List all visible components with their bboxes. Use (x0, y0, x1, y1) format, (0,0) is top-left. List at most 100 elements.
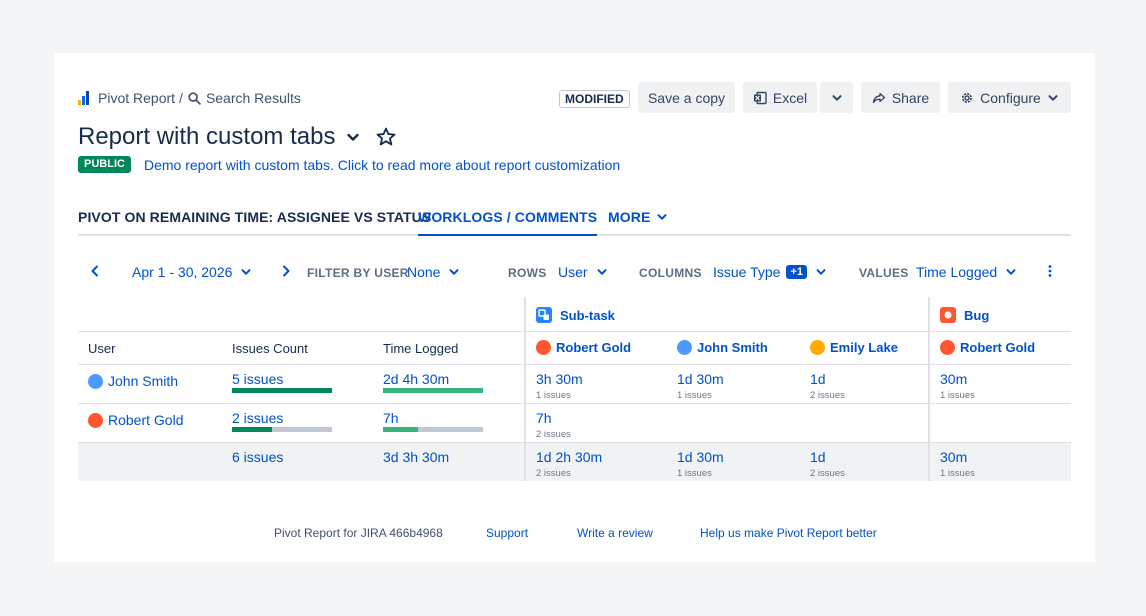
issues-count-bar (232, 427, 332, 432)
time-logged-link[interactable]: 2d 4h 30m (383, 371, 449, 387)
total-cell-count: 2 issues (536, 468, 571, 479)
total-cell-value[interactable]: 30m (940, 449, 967, 465)
time-logged-bar (383, 427, 483, 432)
report-description-link[interactable]: Demo report with custom tabs. Click to r… (144, 157, 620, 173)
rows-value: User (558, 264, 588, 280)
chevron-down-icon (1048, 94, 1058, 101)
filter-by-user-select[interactable]: None (407, 264, 460, 280)
breadcrumb-root[interactable]: Pivot Report (98, 90, 175, 106)
pivot-report-logo-icon (78, 91, 92, 105)
robert-gold-avatar-icon (88, 412, 103, 428)
chevron-down-icon (832, 94, 841, 101)
column-header-user[interactable]: User (88, 341, 115, 356)
values-select[interactable]: Time Logged (916, 264, 1017, 280)
chevron-down-icon (241, 269, 251, 275)
footer-review-link[interactable]: Write a review (577, 526, 653, 540)
chevron-down-icon (597, 269, 607, 275)
columns-label: COLUMNS (639, 266, 702, 280)
excel-options-button[interactable] (820, 82, 853, 113)
column-header-person[interactable]: Emily Lake (810, 340, 898, 355)
row-user-robert-gold[interactable]: Robert Gold (88, 412, 183, 428)
report-tabs: PIVOT ON REMAINING TIME: ASSIGNEE VS STA… (78, 207, 1071, 236)
filter-by-user-label: FILTER BY USER (307, 266, 409, 280)
total-issues-link[interactable]: 6 issues (232, 449, 283, 465)
column-divider (524, 297, 526, 481)
tab-worklogs-comments[interactable]: WORKLOGS / COMMENTS (418, 209, 598, 236)
group-name: Bug (964, 307, 990, 323)
row-user-john-smith[interactable]: John Smith (88, 373, 178, 389)
column-divider (928, 297, 930, 481)
previous-period-button[interactable] (89, 264, 101, 278)
column-header-person[interactable]: Robert Gold (536, 340, 631, 355)
group-name: Sub-task (560, 307, 615, 323)
public-badge: PUBLIC (78, 156, 131, 173)
excel-button[interactable]: Excel (743, 82, 817, 113)
issues-count-fill (232, 388, 332, 393)
configure-label: Configure (980, 89, 1041, 106)
time-logged-fill (383, 388, 483, 393)
total-time-link[interactable]: 3d 3h 30m (383, 449, 449, 465)
row-divider (78, 442, 1071, 443)
next-period-button[interactable] (280, 264, 292, 278)
pivot-cell-value[interactable]: 1d 30m (677, 371, 724, 387)
values-label: VALUES (859, 266, 909, 280)
more-options-button[interactable] (1047, 264, 1053, 278)
save-copy-button[interactable]: Save a copy (638, 82, 735, 113)
footer-support-link[interactable]: Support (486, 526, 528, 540)
pivot-table: Sub-task Bug User Issues Count Time Logg… (78, 297, 1071, 481)
pivot-cell-value[interactable]: 7h (536, 410, 552, 426)
pivot-cell-count: 1 issues (677, 390, 712, 401)
time-logged-link[interactable]: 7h (383, 410, 399, 426)
total-cell-value[interactable]: 1d 2h 30m (536, 449, 602, 465)
tab-pivot-remaining-time[interactable]: PIVOT ON REMAINING TIME: ASSIGNEE VS STA… (78, 209, 431, 225)
emily-lake-avatar-icon (810, 340, 825, 355)
footer-version: Pivot Report for JIRA 466b4968 (274, 526, 443, 540)
date-range-select[interactable]: Apr 1 - 30, 2026 (132, 264, 252, 280)
tab-more-label: MORE (608, 209, 651, 225)
robert-gold-avatar-icon (940, 340, 955, 355)
chevron-down-icon (1006, 269, 1016, 275)
column-header-time-logged[interactable]: Time Logged (383, 341, 458, 356)
share-button[interactable]: Share (861, 82, 940, 113)
columns-select[interactable]: Issue Type +1 (713, 264, 827, 280)
pivot-cell-value[interactable]: 3h 30m (536, 371, 583, 387)
john-smith-avatar-icon (88, 373, 103, 389)
total-cell-count: 2 issues (810, 468, 845, 479)
modified-status-badge: MODIFIED (559, 90, 630, 108)
person-name: Emily Lake (830, 340, 898, 355)
footer-feedback-link[interactable]: Help us make Pivot Report better (700, 526, 877, 540)
rows-select[interactable]: User (558, 264, 608, 280)
chevron-down-icon (816, 269, 826, 275)
column-header-issues-count[interactable]: Issues Count (232, 341, 308, 356)
issues-count-link[interactable]: 2 issues (232, 410, 283, 426)
person-name: Robert Gold (960, 340, 1036, 355)
columns-count-badge: +1 (786, 265, 807, 279)
breadcrumb-current[interactable]: Search Results (206, 90, 301, 106)
page-title[interactable]: Report with custom tabs (78, 123, 335, 151)
breadcrumb: Pivot Report / Search Results (78, 90, 301, 106)
excel-icon (753, 91, 767, 104)
group-header-sub-task[interactable]: Sub-task (536, 307, 615, 323)
column-header-person[interactable]: Robert Gold (940, 340, 1035, 355)
save-copy-label: Save a copy (647, 89, 726, 106)
total-cell-value[interactable]: 1d 30m (677, 449, 724, 465)
pivot-cell-value[interactable]: 1d (810, 371, 826, 387)
search-icon (188, 91, 201, 105)
star-icon[interactable] (375, 126, 397, 148)
total-cell-count: 1 issues (677, 468, 712, 479)
chevron-down-icon (449, 269, 459, 275)
issues-count-link[interactable]: 5 issues (232, 371, 283, 387)
tab-more[interactable]: MORE (608, 209, 668, 225)
pivot-cell-count: 2 issues (536, 429, 571, 440)
pivot-cell-count: 1 issues (940, 390, 975, 401)
pivot-cell-value[interactable]: 30m (940, 371, 967, 387)
rows-label: ROWS (508, 266, 547, 280)
pivot-cell-count: 1 issues (536, 390, 571, 401)
report-card: Pivot Report / Search Results MODIFIED S… (54, 53, 1095, 562)
column-header-person[interactable]: John Smith (677, 340, 768, 355)
chevron-down-icon[interactable] (345, 129, 361, 145)
group-header-bug[interactable]: Bug (940, 307, 989, 323)
configure-button[interactable]: Configure (948, 82, 1071, 113)
total-cell-value[interactable]: 1d (810, 449, 826, 465)
sub-task-icon (536, 307, 552, 323)
